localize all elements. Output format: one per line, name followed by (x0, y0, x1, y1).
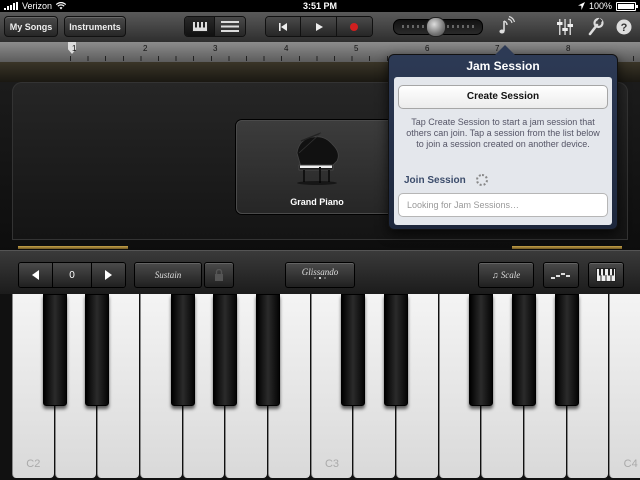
tracks-view-icon (221, 21, 239, 32)
key-note-label: C4 (623, 458, 638, 470)
view-toggle (184, 16, 246, 37)
piano-black-key[interactable] (256, 294, 280, 406)
battery-percent: 100% (588, 1, 612, 11)
status-right: 100% (577, 0, 638, 12)
master-volume-slider[interactable] (393, 17, 483, 37)
piano-black-key[interactable] (469, 294, 494, 406)
ruler-mark: 5 (354, 44, 359, 53)
instrument-selector[interactable]: Grand Piano (236, 120, 398, 214)
octave-up-button[interactable] (91, 263, 125, 287)
scale-button[interactable]: ♫ Scale (478, 262, 534, 288)
popover-arrow (495, 45, 515, 55)
keyboard-view-icon (191, 21, 208, 32)
piano-black-key[interactable] (85, 294, 110, 406)
ruler-mark: 4 (284, 44, 289, 53)
go-to-beginning-icon (279, 22, 288, 31)
jam-session-description: Tap Create Session to start a jam sessio… (406, 117, 600, 149)
ruler-mark: 1 (72, 44, 77, 53)
jam-session-button[interactable] (491, 15, 519, 39)
sustain-lock-button[interactable] (204, 262, 234, 288)
octave-value: 0 (53, 263, 92, 287)
create-session-button[interactable]: Create Session (398, 85, 608, 109)
wrench-icon (588, 17, 604, 36)
popover-content: Create Session Tap Create Session to sta… (394, 77, 612, 225)
piano-black-key[interactable] (341, 294, 366, 406)
join-session-label: Join Session (404, 175, 466, 186)
loading-spinner-icon (476, 174, 488, 186)
slider-knob[interactable] (425, 17, 446, 37)
piano-black-key[interactable] (213, 294, 238, 406)
record-icon (350, 22, 359, 31)
instruments-button[interactable]: Instruments (64, 16, 126, 37)
octave-down-button[interactable] (19, 263, 54, 287)
octave-control: 0 (18, 262, 126, 288)
ruler-mark: 6 (425, 44, 430, 53)
record-button[interactable] (336, 17, 372, 36)
key-note-label: C3 (324, 458, 340, 470)
tracks-view-button[interactable] (215, 17, 245, 36)
play-button[interactable] (301, 17, 337, 36)
svg-text:?: ? (621, 22, 628, 34)
battery-icon (616, 1, 638, 11)
arrow-right-icon (105, 270, 113, 280)
piano-black-key[interactable] (554, 294, 579, 406)
accent-line-right (512, 246, 622, 249)
keyboard-layout-button[interactable] (588, 262, 624, 288)
play-icon (315, 22, 323, 31)
glissando-label: Glissando (301, 267, 339, 277)
piano-black-key[interactable] (42, 294, 67, 406)
keyboard-view-button[interactable] (185, 17, 215, 36)
arpeggiator-button[interactable] (543, 262, 579, 288)
go-to-beginning-button[interactable] (266, 17, 302, 36)
session-search-field[interactable]: Looking for Jam Sessions… (398, 193, 608, 217)
popover-title: Jam Session (466, 59, 540, 73)
my-songs-button[interactable]: My Songs (4, 16, 58, 37)
location-icon (577, 2, 585, 10)
scale-label: Scale (500, 270, 521, 280)
arpeggiator-icon (551, 273, 570, 279)
sustain-button[interactable]: Sustain (134, 262, 202, 288)
mixer-icon (557, 19, 573, 35)
jam-session-icon (499, 15, 516, 34)
piano-black-key[interactable] (384, 294, 408, 406)
lock-icon (215, 268, 223, 281)
key-note-label: C2 (26, 458, 41, 470)
piano-black-key[interactable] (170, 294, 195, 406)
transport-controls (265, 16, 373, 37)
ruler-mark: 3 (213, 44, 218, 53)
jam-session-popover: Jam Session Create Session Tap Create Se… (388, 45, 618, 230)
mixer-button[interactable] (556, 17, 574, 37)
piano-keyboard: C2 C3 C4 (0, 294, 640, 480)
toolbar: My Songs Instruments ? (0, 12, 640, 43)
arrow-left-icon (31, 270, 39, 280)
status-bar: Verizon 3:51 PM 100% (0, 0, 640, 12)
ruler-mark: 2 (143, 44, 148, 53)
piano-white-key[interactable]: C4 (609, 294, 640, 478)
control-strip: 0 Sustain Glissando ♫ Scale (0, 250, 640, 295)
mode-indicator-dots (286, 277, 354, 279)
clock: 3:51 PM (302, 1, 337, 11)
accent-line-left (18, 246, 128, 249)
glissando-button[interactable]: Glissando (285, 262, 355, 288)
grand-piano-icon (296, 132, 339, 185)
help-icon: ? (616, 19, 632, 35)
ruler-mark: 8 (566, 44, 571, 53)
music-note-icon: ♫ (491, 270, 499, 280)
help-button[interactable]: ? (614, 17, 634, 37)
piano-black-key[interactable] (512, 294, 536, 406)
keyboard-layout-icon (596, 268, 616, 282)
settings-button[interactable] (586, 17, 604, 37)
instrument-name: Grand Piano (290, 197, 344, 207)
